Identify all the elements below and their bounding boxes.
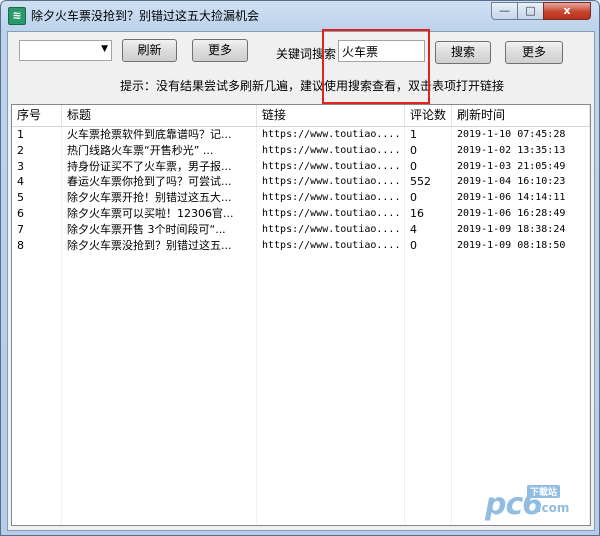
- cell-refresh-time: 2019-1-03 21:05:49: [452, 158, 590, 175]
- table-row[interactable]: 7 除夕火车票开售 3个时间段可“... https://www.toutiao…: [12, 221, 590, 238]
- column-header-comments[interactable]: 评论数: [405, 105, 452, 126]
- cell-index: 3: [12, 158, 62, 175]
- keyword-label: 关键词搜索: [276, 47, 337, 61]
- cell-link: https://www.toutiao....: [257, 190, 405, 206]
- table-row[interactable]: 8 除夕火车票没抢到？别错过这五... https://www.toutiao.…: [12, 237, 590, 254]
- chevron-down-icon: ▼: [101, 44, 108, 54]
- cell-title: 除夕火车票开售 3个时间段可“...: [62, 221, 257, 238]
- cell-comments: 16: [405, 205, 452, 222]
- watermark-sub: 下载站: [527, 485, 561, 498]
- cell-index: 5: [12, 190, 62, 206]
- cell-link: https://www.toutiao....: [257, 205, 405, 222]
- refresh-button[interactable]: 刷新: [122, 39, 177, 62]
- cell-refresh-time: 2019-1-06 14:14:11: [452, 190, 590, 206]
- list-header: 序号 标题 链接 评论数 刷新时间: [12, 105, 590, 127]
- more-button-left[interactable]: 更多: [192, 39, 248, 62]
- cell-title: 除夕火车票开抢！别错过这五大...: [62, 190, 257, 206]
- cell-comments: 0: [405, 190, 452, 206]
- cell-index: 1: [12, 127, 62, 143]
- client-area: ▼ 刷新 更多 关键词搜索 火车票 搜索 更多 提示：没有结果尝试多刷新几遍，建…: [7, 29, 595, 531]
- cell-refresh-time: 2019-1-04 16:10:23: [452, 174, 590, 191]
- keyword-input[interactable]: 火车票: [338, 40, 425, 62]
- cell-link: https://www.toutiao....: [257, 142, 405, 159]
- column-header-link[interactable]: 链接: [257, 105, 405, 126]
- cell-link: https://www.toutiao....: [257, 127, 405, 143]
- cell-refresh-time: 2019-1-06 16:28:49: [452, 205, 590, 222]
- app-window: ≋ 除夕火车票没抢到？别错过这五大捡漏机会 — □ x ▼ 刷新 更多 关键词搜…: [0, 0, 600, 536]
- results-list[interactable]: 序号 标题 链接 评论数 刷新时间 1 火车票抢票软件到底靠谱吗？记... ht…: [11, 104, 591, 526]
- cell-link: https://www.toutiao....: [257, 237, 405, 254]
- minimize-button[interactable]: —: [491, 2, 518, 20]
- cell-comments: 0: [405, 142, 452, 159]
- table-row[interactable]: 3 持身份证买不了火车票，男子报... https://www.toutiao.…: [12, 158, 590, 175]
- cell-comments: 552: [405, 174, 452, 191]
- cell-index: 6: [12, 205, 62, 222]
- cell-title: 除夕火车票没抢到？别错过这五...: [62, 237, 257, 254]
- cell-index: 8: [12, 237, 62, 254]
- cell-comments: 1: [405, 127, 452, 143]
- cell-link: https://www.toutiao....: [257, 174, 405, 191]
- cell-comments: 0: [405, 237, 452, 254]
- table-row[interactable]: 5 除夕火车票开抢！别错过这五大... https://www.toutiao.…: [12, 190, 590, 206]
- title-bar[interactable]: ≋ 除夕火车票没抢到？别错过这五大捡漏机会 — □ x: [1, 1, 599, 31]
- category-dropdown[interactable]: ▼: [19, 40, 112, 61]
- cell-link: https://www.toutiao....: [257, 158, 405, 175]
- cell-link: https://www.toutiao....: [257, 221, 405, 238]
- table-row[interactable]: 4 春运火车票你抢到了吗？可尝试... https://www.toutiao.…: [12, 174, 590, 191]
- more-button-right[interactable]: 更多: [505, 41, 563, 64]
- cell-comments: 4: [405, 221, 452, 238]
- cell-index: 4: [12, 174, 62, 191]
- cell-refresh-time: 2019-1-09 18:38:24: [452, 221, 590, 238]
- cell-title: 春运火车票你抢到了吗？可尝试...: [62, 174, 257, 191]
- hint-text: 提示：没有结果尝试多刷新几遍，建议使用搜索查看，双击表项打开链接: [120, 79, 505, 93]
- column-header-title[interactable]: 标题: [62, 105, 257, 126]
- pc6-watermark-logo: pc6 下载站 .com: [485, 485, 585, 522]
- app-icon: ≋: [8, 7, 26, 25]
- maximize-button[interactable]: □: [517, 2, 544, 20]
- window-title: 除夕火车票没抢到？别错过这五大捡漏机会: [31, 9, 260, 23]
- watermark-domain: .com: [537, 501, 570, 515]
- cell-title: 热门线路火车票“开售秒光” ...: [62, 142, 257, 159]
- cell-title: 除夕火车票可以买啦！12306官...: [62, 205, 257, 222]
- column-header-index[interactable]: 序号: [12, 105, 62, 126]
- cell-refresh-time: 2019-1-10 07:45:28: [452, 127, 590, 143]
- search-button[interactable]: 搜索: [435, 41, 491, 64]
- cell-refresh-time: 2019-1-09 08:18:50: [452, 237, 590, 254]
- cell-title: 火车票抢票软件到底靠谱吗？记...: [62, 127, 257, 143]
- table-row[interactable]: 1 火车票抢票软件到底靠谱吗？记... https://www.toutiao.…: [12, 127, 590, 143]
- column-header-refresh-time[interactable]: 刷新时间: [452, 105, 590, 126]
- cell-index: 7: [12, 221, 62, 238]
- table-row[interactable]: 2 热门线路火车票“开售秒光” ... https://www.toutiao.…: [12, 142, 590, 159]
- cell-title: 持身份证买不了火车票，男子报...: [62, 158, 257, 175]
- close-button[interactable]: x: [543, 2, 591, 20]
- table-row[interactable]: 6 除夕火车票可以买啦！12306官... https://www.toutia…: [12, 205, 590, 222]
- cell-comments: 0: [405, 158, 452, 175]
- cell-refresh-time: 2019-1-02 13:35:13: [452, 142, 590, 159]
- cell-index: 2: [12, 142, 62, 159]
- list-rows: 1 火车票抢票软件到底靠谱吗？记... https://www.toutiao.…: [12, 127, 590, 254]
